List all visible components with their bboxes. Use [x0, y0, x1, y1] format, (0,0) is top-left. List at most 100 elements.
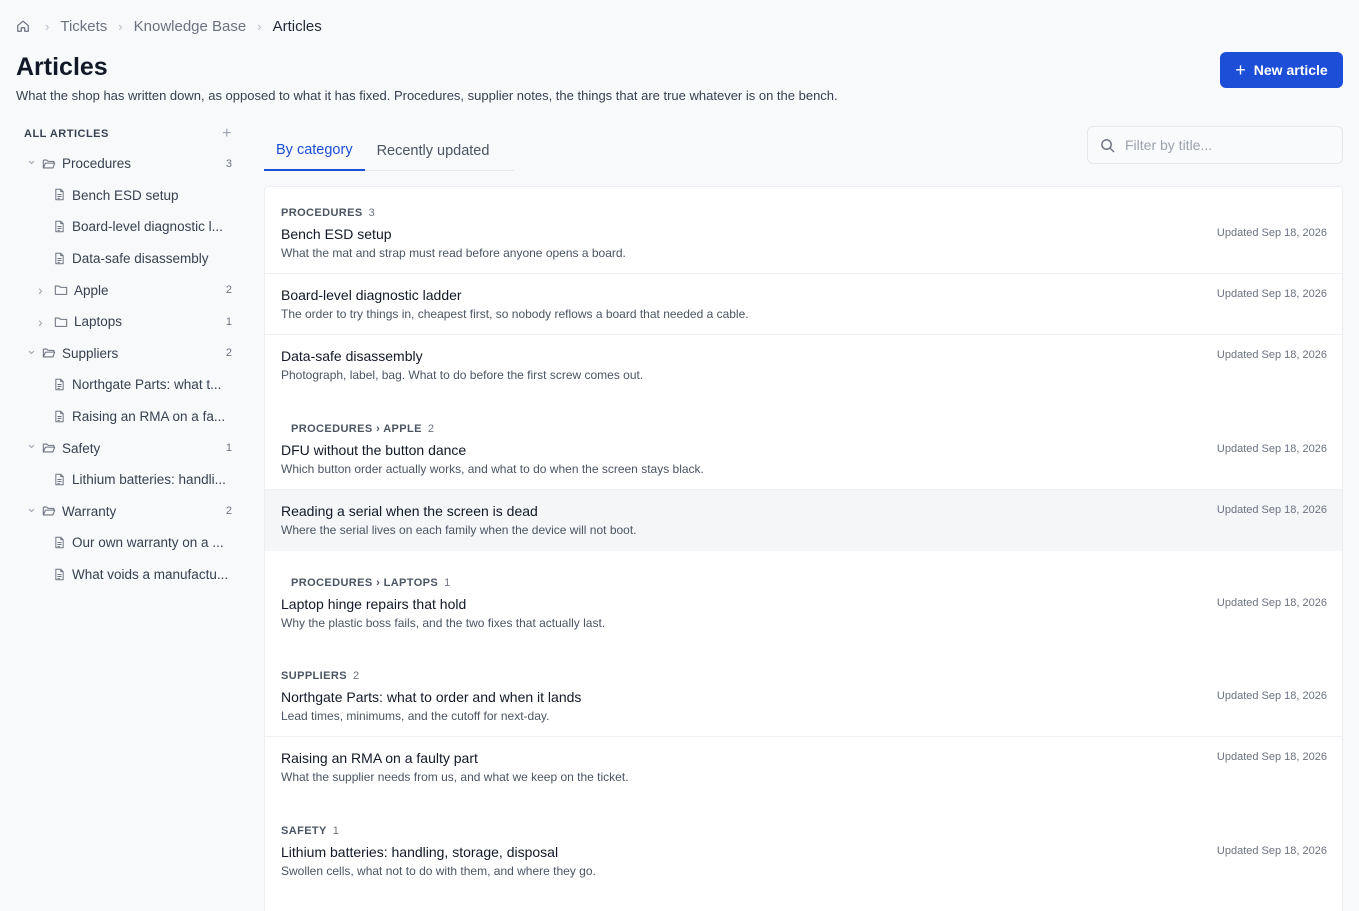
tree-item-label: Our own warranty on a ... [72, 535, 224, 551]
article-title[interactable]: Northgate Parts: what to order and when … [281, 689, 581, 705]
chevron-down-icon[interactable]: ⌄ [26, 500, 37, 516]
tree-doc[interactable]: Board-level diagnostic l... [16, 211, 240, 243]
tree-item-label: Northgate Parts: what t... [72, 377, 222, 393]
article-title[interactable]: Laptop hinge repairs that hold [281, 596, 466, 612]
chevron-right-icon[interactable]: › [38, 282, 48, 298]
article-description: What the mat and strap must read before … [281, 246, 626, 260]
tree-subfolder[interactable]: › Laptops 1 [16, 306, 240, 338]
new-article-button[interactable]: + New article [1220, 52, 1343, 88]
chevron-down-icon[interactable]: ⌄ [26, 436, 37, 452]
article-updated: Updated Sep 18, 2026 [1216, 690, 1327, 702]
article-description: Photograph, label, bag. What to do befor… [281, 368, 644, 382]
article-title[interactable]: Reading a serial when the screen is dead [281, 503, 538, 519]
article-updated: Updated Sep 18, 2026 [1216, 443, 1327, 455]
tree-item-label: Board-level diagnostic l... [72, 219, 223, 235]
tree-item-count: 2 [225, 505, 232, 518]
article-row[interactable]: Bench ESD setup What the mat and strap mu… [265, 213, 1342, 274]
document-icon [53, 252, 67, 266]
article-title[interactable]: Lithium batteries: handling, storage, di… [281, 844, 558, 860]
tree-item-count: 3 [225, 157, 232, 170]
tree-doc[interactable]: Lithium batteries: handli... [16, 464, 240, 496]
tree-item-label: Warranty [62, 503, 117, 519]
article-description: Lead times, minimums, and the cutoff for… [281, 709, 550, 723]
tree-doc[interactable]: Bench ESD setup [16, 180, 240, 212]
document-icon [53, 410, 67, 424]
page-title: Articles [16, 53, 108, 81]
tree-item-label: Safety [62, 440, 101, 456]
article-updated: Updated Sep 18, 2026 [1216, 597, 1327, 609]
sidebar: ALL ARTICLES + ⌄ Procedures 3 Bench ESD set… [16, 120, 240, 590]
article-title[interactable]: Board-level diagnostic ladder [281, 287, 462, 303]
article-row[interactable]: Data-safe disassembly Photograph, label, … [265, 335, 1342, 396]
new-article-label: New article [1253, 62, 1328, 78]
folder-open-icon [42, 157, 56, 171]
article-description: Why the plastic boss fails, and the two … [281, 616, 606, 630]
article-row[interactable]: DFU without the button dance Which button… [265, 429, 1342, 490]
article-row[interactable]: Lithium batteries: handling, storage, di… [265, 831, 1342, 892]
tree-doc[interactable]: Raising an RMA on a fa... [16, 401, 240, 433]
sidebar-header-label: ALL ARTICLES [24, 128, 109, 140]
chevron-right-icon[interactable]: › [38, 314, 48, 330]
article-title[interactable]: Raising an RMA on a faulty part [281, 750, 478, 766]
tree-doc[interactable]: Data-safe disassembly [16, 243, 240, 275]
document-icon [53, 188, 67, 202]
tree-item-count: 2 [225, 284, 232, 297]
breadcrumb-tickets[interactable]: Tickets [60, 18, 107, 35]
chevron-down-icon[interactable]: ⌄ [26, 342, 37, 358]
document-icon [53, 473, 67, 487]
article-row[interactable]: Reading a serial when the screen is dead… [265, 490, 1342, 551]
breadcrumb-knowledge-base[interactable]: Knowledge Base [134, 18, 247, 35]
filter-input[interactable] [1125, 137, 1325, 153]
view-tabs: By category Recently updated [264, 130, 514, 171]
article-updated: Updated Sep 18, 2026 [1216, 227, 1327, 239]
article-row[interactable]: Laptop hinge repairs that hold Why the pl… [265, 583, 1342, 644]
tree-item-label: Bench ESD setup [72, 187, 179, 203]
document-icon [53, 220, 67, 234]
chevron-right-icon: › [257, 18, 262, 34]
tree-folder[interactable]: ⌄ Warranty 2 [16, 496, 240, 528]
tree-item-label: Raising an RMA on a fa... [72, 409, 226, 425]
article-row[interactable]: Northgate Parts: what to order and when … [265, 676, 1342, 737]
tree-doc[interactable]: Our own warranty on a ... [16, 527, 240, 559]
plus-icon: + [1235, 60, 1246, 80]
tree-item-count: 1 [225, 315, 232, 328]
article-list-panel: PROCEDURES 3 Bench ESD setup What the mat a… [264, 186, 1343, 911]
tree-subfolder[interactable]: › Apple 2 [16, 274, 240, 306]
tree-item-label: Procedures [62, 156, 132, 172]
document-icon [53, 378, 67, 392]
article-title[interactable]: Data-safe disassembly [281, 348, 423, 364]
tree-item-label: Suppliers [62, 345, 119, 361]
tree-folder[interactable]: ⌄ Procedures 3 [16, 148, 240, 180]
article-description: Where the serial lives on each family wh… [281, 523, 637, 537]
article-row[interactable]: Board-level diagnostic ladder The order t… [265, 274, 1342, 335]
add-folder-icon[interactable]: + [222, 125, 232, 143]
search-icon [1101, 138, 1115, 152]
tree-item-label: Lithium batteries: handli... [72, 472, 226, 488]
page-subtitle: What the shop has written down, as oppos… [16, 88, 838, 103]
tab-recently-updated[interactable]: Recently updated [365, 130, 502, 171]
tree-folder[interactable]: ⌄ Suppliers 2 [16, 338, 240, 370]
tree-folder[interactable]: ⌄ Safety 1 [16, 432, 240, 464]
article-updated: Updated Sep 18, 2026 [1216, 288, 1327, 300]
article-description: Swollen cells, what not to do with them,… [281, 864, 596, 878]
article-tree: ⌄ Procedures 3 Bench ESD setup Board-level d… [16, 148, 240, 590]
breadcrumb: › Tickets › Knowledge Base › Articles [16, 16, 322, 36]
folder-icon [54, 315, 68, 329]
home-icon[interactable] [16, 19, 30, 33]
article-title[interactable]: DFU without the button dance [281, 442, 466, 458]
chevron-down-icon[interactable]: ⌄ [26, 152, 37, 168]
folder-open-icon [42, 504, 56, 518]
tree-doc[interactable]: Northgate Parts: what t... [16, 369, 240, 401]
article-row[interactable]: Raising an RMA on a faulty part What the … [265, 737, 1342, 798]
article-updated: Updated Sep 18, 2026 [1216, 845, 1327, 857]
article-description: The order to try things in, cheapest fir… [281, 307, 749, 321]
article-title[interactable]: Bench ESD setup [281, 226, 392, 242]
folder-open-icon [42, 346, 56, 360]
sidebar-header: ALL ARTICLES + [16, 120, 240, 148]
tree-item-label: Data-safe disassembly [72, 251, 209, 267]
tree-doc[interactable]: What voids a manufactu... [16, 559, 240, 591]
folder-icon [54, 283, 68, 297]
tree-item-count: 2 [225, 347, 232, 360]
tab-by-category[interactable]: By category [264, 130, 365, 171]
article-updated: Updated Sep 18, 2026 [1216, 504, 1327, 516]
